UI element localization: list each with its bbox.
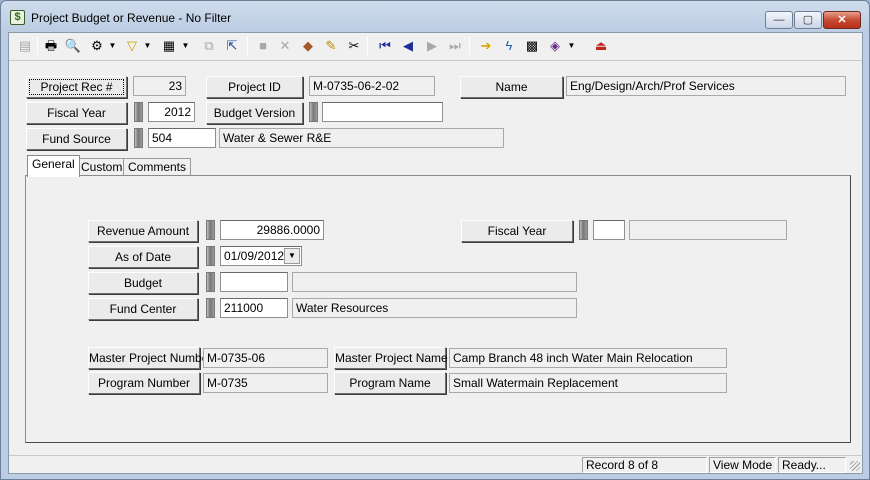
general-tab-panel: Revenue Amount 29886.0000 Fiscal Year As… <box>25 175 851 443</box>
form-client-area: ▤ 🖶 🔍 ⚙ ▼ ▽ ▼ ▦ ▼ ⧉ ⇱ ■ ✕ ◆ ✎ ✂ ⏮ ◀ ▶ ⏭ … <box>8 32 863 474</box>
next-record-icon[interactable]: ▶ <box>422 36 442 56</box>
toolbar-separator <box>367 37 368 55</box>
status-bar: Record 8 of 8 View Mode Ready... <box>9 455 862 473</box>
master-project-name-button[interactable]: Master Project Name <box>334 347 448 369</box>
budget-code-field[interactable] <box>220 272 288 292</box>
lightning-icon[interactable]: ϟ <box>499 36 519 56</box>
toolbar-separator <box>469 37 470 55</box>
print-preview-icon[interactable]: 🔍 <box>63 36 83 56</box>
tab-general[interactable]: General <box>27 155 80 177</box>
tools-dropdown-icon[interactable]: ▼ <box>108 36 117 56</box>
fund-source-desc-field: Water & Sewer R&E <box>219 128 504 148</box>
fund-source-button[interactable]: Fund Source <box>26 128 127 150</box>
record-position-status: Record 8 of 8 <box>582 457 707 473</box>
as-of-date-picker[interactable]: 01/09/2012 ▼ <box>220 246 302 266</box>
copy-record-icon[interactable]: ⧉ <box>199 36 219 56</box>
project-rec-button[interactable]: Project Rec # <box>26 76 127 98</box>
exit-icon[interactable]: ⏏ <box>591 36 611 56</box>
first-record-icon[interactable]: ⏮ <box>375 36 395 56</box>
title-bar[interactable]: $ Project Budget or Revenue - No Filter … <box>1 1 869 31</box>
budget-desc-field <box>292 272 577 292</box>
program-name-button[interactable]: Program Name <box>334 372 446 394</box>
fiscal-year-field[interactable]: 2012 <box>148 102 195 122</box>
program-number-button[interactable]: Program Number <box>88 372 200 394</box>
fiscal-year-detail-field[interactable] <box>593 220 625 240</box>
project-rec-field: 23 <box>133 76 186 96</box>
lookup-indicator[interactable] <box>309 102 318 122</box>
previous-record-icon[interactable]: ◀ <box>398 36 418 56</box>
toolbar-separator <box>247 37 248 55</box>
lookup-indicator[interactable] <box>134 102 143 122</box>
name-field: Eng/Design/Arch/Prof Services <box>566 76 846 96</box>
lookup-indicator[interactable] <box>206 272 215 292</box>
filter-icon[interactable]: ▽ <box>122 36 142 56</box>
go-icon[interactable]: ➔ <box>476 36 496 56</box>
fund-center-code-field[interactable]: 211000 <box>220 298 288 318</box>
lookup-indicator[interactable] <box>206 246 215 266</box>
tools-icon[interactable]: ⚙ <box>87 36 107 56</box>
lookup-indicator[interactable] <box>134 128 143 148</box>
resize-grip-icon[interactable] <box>850 461 860 471</box>
app-icon[interactable]: $ <box>10 10 25 25</box>
fund-source-code-field[interactable]: 504 <box>148 128 216 148</box>
fund-center-button[interactable]: Fund Center <box>88 298 198 320</box>
maximize-button[interactable]: ▢ <box>794 11 822 29</box>
book-dropdown-icon[interactable]: ▼ <box>567 36 576 56</box>
fiscal-year-button[interactable]: Fiscal Year <box>26 102 127 124</box>
new-record-icon[interactable]: ▤ <box>15 36 35 56</box>
fiscal-year-detail-desc <box>629 220 787 240</box>
mode-status: View Mode <box>709 457 776 473</box>
program-number-field: M-0735 <box>203 373 328 393</box>
revenue-amount-button[interactable]: Revenue Amount <box>88 220 198 242</box>
delete-icon[interactable]: ✕ <box>275 36 295 56</box>
close-button[interactable]: ✕ <box>823 11 861 29</box>
budget-version-field[interactable] <box>322 102 443 122</box>
application-window: $ Project Budget or Revenue - No Filter … <box>0 0 870 480</box>
master-project-number-button[interactable]: Master Project Number <box>88 347 212 369</box>
fund-center-desc-field: Water Resources <box>292 298 577 318</box>
master-project-number-field: M-0735-06 <box>203 348 328 368</box>
toolbar-separator <box>37 37 38 55</box>
program-name-field: Small Watermain Replacement <box>449 373 727 393</box>
revenue-amount-field[interactable]: 29886.0000 <box>220 220 324 240</box>
state-status: Ready... <box>778 457 846 473</box>
budget-version-button[interactable]: Budget Version <box>206 102 303 124</box>
cut-icon[interactable]: ✂ <box>344 36 364 56</box>
filter-dropdown-icon[interactable]: ▼ <box>143 36 152 56</box>
lookup-indicator[interactable] <box>579 220 588 240</box>
book-icon[interactable]: ◈ <box>545 36 565 56</box>
toolbar: ▤ 🖶 🔍 ⚙ ▼ ▽ ▼ ▦ ▼ ⧉ ⇱ ■ ✕ ◆ ✎ ✂ ⏮ ◀ ▶ ⏭ … <box>9 33 862 61</box>
master-project-name-field: Camp Branch 48 inch Water Main Relocatio… <box>449 348 727 368</box>
lookup-indicator[interactable] <box>206 220 215 240</box>
edit-icon[interactable]: ✎ <box>321 36 341 56</box>
save-icon[interactable]: ■ <box>253 36 273 56</box>
project-id-field: M-0735-06-2-02 <box>309 76 435 96</box>
last-record-icon[interactable]: ⏭ <box>445 36 465 56</box>
name-button[interactable]: Name <box>460 76 563 98</box>
export-icon[interactable]: ⇱ <box>222 36 242 56</box>
as-of-date-value: 01/09/2012 <box>224 249 285 263</box>
window-title: Project Budget or Revenue - No Filter <box>31 11 232 25</box>
calculator-icon[interactable]: ▩ <box>522 36 542 56</box>
report-dropdown-icon[interactable]: ▼ <box>181 36 190 56</box>
budget-button[interactable]: Budget <box>88 272 198 294</box>
fiscal-year-detail-button[interactable]: Fiscal Year <box>461 220 573 242</box>
chevron-down-icon[interactable]: ▼ <box>284 248 300 264</box>
minimize-button[interactable]: — <box>765 11 793 29</box>
stamp-icon[interactable]: ◆ <box>298 36 318 56</box>
report-icon[interactable]: ▦ <box>159 36 179 56</box>
project-id-button[interactable]: Project ID <box>206 76 303 98</box>
as-of-date-button[interactable]: As of Date <box>88 246 198 268</box>
print-icon[interactable]: 🖶 <box>41 36 61 56</box>
lookup-indicator[interactable] <box>206 298 215 318</box>
